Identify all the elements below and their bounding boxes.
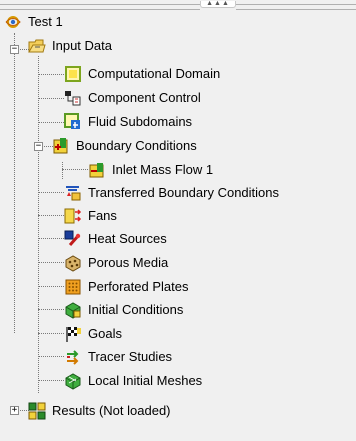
tree-hline bbox=[38, 98, 64, 99]
tree-hline bbox=[38, 192, 64, 193]
component-control-icon bbox=[64, 89, 82, 107]
tree-item-label: Inlet Mass Flow 1 bbox=[112, 162, 214, 177]
tree-hline bbox=[38, 74, 64, 75]
tree-hline bbox=[38, 286, 64, 287]
tree-line-input bbox=[38, 56, 39, 393]
tree-item-initial-conditions[interactable]: Initial Conditions bbox=[64, 298, 183, 322]
tree-item-label: Computational Domain bbox=[88, 66, 221, 81]
tree-item-label: Transferred Boundary Conditions bbox=[88, 185, 280, 200]
folder-input-icon bbox=[28, 37, 46, 55]
tree-item-results[interactable]: Results (Not loaded) bbox=[28, 399, 171, 423]
tree-hline bbox=[38, 309, 64, 310]
porous-media-icon bbox=[64, 254, 82, 272]
tree-hline bbox=[38, 238, 64, 239]
splitter-rule-right bbox=[236, 4, 356, 10]
tree-hline bbox=[38, 333, 64, 334]
tree-item-component-control[interactable]: Component Control bbox=[64, 86, 201, 110]
boundary-conditions-icon bbox=[52, 137, 70, 155]
results-icon bbox=[28, 402, 46, 420]
expander-boundary-conditions[interactable]: − bbox=[34, 142, 43, 151]
perforated-plate-icon bbox=[64, 278, 82, 296]
tree-item-test-1[interactable]: Test 1 bbox=[4, 10, 63, 34]
tree-hline bbox=[38, 262, 64, 263]
tree-item-label: Heat Sources bbox=[88, 231, 167, 246]
fluid-subdomain-icon bbox=[64, 113, 82, 131]
tree-line-root bbox=[14, 33, 15, 333]
tree-item-perforated-plates[interactable]: Perforated Plates bbox=[64, 275, 188, 299]
tree-item-boundary-conditions[interactable]: Boundary Conditions bbox=[52, 134, 197, 158]
tree-item-label: Porous Media bbox=[88, 255, 169, 270]
inlet-mass-flow-icon bbox=[88, 161, 106, 179]
tree-item-local-initial-meshes[interactable]: Local Initial Meshes bbox=[64, 369, 202, 393]
tree-item-fluid-subdomains[interactable]: Fluid Subdomains bbox=[64, 110, 192, 134]
tree-item-label: Input Data bbox=[52, 38, 112, 53]
tree-item-label: Component Control bbox=[88, 90, 201, 105]
tree-item-label: Test 1 bbox=[28, 14, 63, 29]
tree-hline bbox=[38, 215, 64, 216]
tree-line-bc bbox=[62, 162, 63, 179]
feature-tree: − − + Test 1 Input Data Computational Do… bbox=[0, 12, 356, 441]
tree-item-label: Results (Not loaded) bbox=[52, 403, 171, 418]
tree-hline bbox=[38, 356, 64, 357]
tree-hline bbox=[38, 380, 64, 381]
goals-flag-icon bbox=[64, 325, 82, 343]
tree-item-heat-sources[interactable]: Heat Sources bbox=[64, 227, 167, 251]
tree-item-label: Local Initial Meshes bbox=[88, 373, 203, 388]
tree-item-tracer-studies[interactable]: Tracer Studies bbox=[64, 345, 172, 369]
tree-item-computational-domain[interactable]: Computational Domain bbox=[64, 62, 220, 86]
tree-item-label: Fluid Subdomains bbox=[88, 114, 193, 129]
tree-item-label: Boundary Conditions bbox=[76, 138, 197, 153]
tree-item-porous-media[interactable]: Porous Media bbox=[64, 251, 168, 275]
tree-item-goals[interactable]: Goals bbox=[64, 322, 122, 346]
tracer-study-icon bbox=[64, 348, 82, 366]
transferred-bc-icon bbox=[64, 184, 82, 202]
initial-conditions-icon bbox=[64, 301, 82, 319]
heat-source-icon bbox=[64, 230, 82, 248]
tree-hline bbox=[62, 169, 88, 170]
tree-hline bbox=[38, 122, 64, 123]
tree-item-label: Fans bbox=[88, 208, 117, 223]
fan-icon bbox=[64, 207, 82, 225]
tree-item-label: Perforated Plates bbox=[88, 279, 189, 294]
local-mesh-icon bbox=[64, 372, 82, 390]
tree-item-fans[interactable]: Fans bbox=[64, 204, 117, 228]
tree-item-label: Goals bbox=[88, 326, 122, 341]
tree-item-label: Tracer Studies bbox=[88, 349, 173, 364]
tree-item-label: Initial Conditions bbox=[88, 302, 184, 317]
domain-box-icon bbox=[64, 65, 82, 83]
project-eye-icon bbox=[4, 13, 22, 31]
expander-input-data[interactable]: − bbox=[10, 45, 19, 54]
tree-item-transferred-boundary-conditions[interactable]: Transferred Boundary Conditions bbox=[64, 181, 279, 205]
splitter-grip[interactable]: ▲▲▲ bbox=[200, 0, 236, 8]
tree-item-input-data[interactable]: Input Data bbox=[28, 34, 112, 58]
expander-results[interactable]: + bbox=[10, 406, 19, 415]
tree-item-inlet-mass-flow-1[interactable]: Inlet Mass Flow 1 bbox=[88, 158, 213, 182]
